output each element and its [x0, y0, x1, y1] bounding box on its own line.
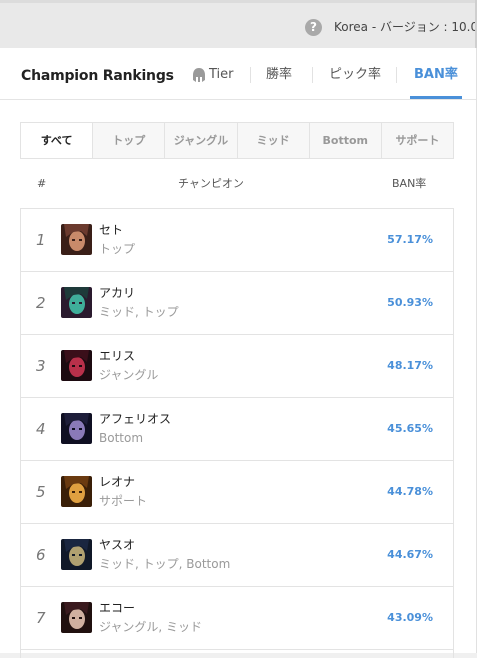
champion-row[interactable]: 1 セトトップ 57.17% — [21, 209, 453, 272]
rankings-header: Champion Rankings Tier 勝率 ピック率 BAN率 — [0, 48, 476, 100]
champion-ranking-list: 1 セトトップ 57.17% 2 アカリミッド, トップ 50.93% 3 エリスジャングル 4… — [20, 208, 454, 658]
tab-divider — [250, 67, 251, 83]
filter-support[interactable]: サポート — [380, 123, 453, 158]
filter-all[interactable]: すべて — [21, 123, 93, 158]
help-icon[interactable]: ? — [305, 19, 322, 36]
champion-portrait[interactable] — [61, 413, 92, 444]
filter-mid[interactable]: ミッド — [236, 123, 309, 158]
tab-divider — [312, 67, 313, 83]
filter-top[interactable]: トップ — [92, 123, 164, 158]
champion-portrait[interactable] — [61, 539, 92, 570]
champion-name[interactable]: レオナ — [99, 474, 135, 490]
filter-jungle[interactable]: ジャングル — [164, 123, 236, 158]
champion-roles: ミッド, トップ, Bottom — [99, 557, 231, 571]
champion-portrait[interactable] — [61, 224, 92, 255]
tab-divider — [396, 67, 397, 83]
rank-number: 1 — [36, 231, 46, 249]
champion-name[interactable]: エリス — [99, 348, 135, 364]
champion-portrait[interactable] — [61, 287, 92, 318]
champion-name[interactable]: アカリ — [99, 285, 135, 301]
champion-roles: ミッド, トップ — [99, 305, 179, 319]
champion-portrait[interactable] — [61, 350, 92, 381]
ban-rate-value: 48.17% — [387, 359, 433, 372]
rank-number: 3 — [36, 357, 46, 375]
champion-row[interactable]: 4 アフェリオス Bottom 45.65% — [21, 398, 453, 461]
ban-rate-value: 45.65% — [387, 422, 433, 435]
ban-rate-value: 44.67% — [387, 548, 433, 561]
champion-name[interactable]: アフェリオス — [99, 411, 171, 427]
helmet-icon — [193, 67, 205, 82]
champion-roles: Bottom — [99, 431, 144, 445]
champion-row[interactable]: 2 アカリミッド, トップ 50.93% — [21, 272, 453, 335]
tab-tier-label: Tier — [209, 67, 234, 82]
champion-roles: トップ — [99, 242, 136, 256]
top-status-bar: ? Korea - バージョン : 10.02 — [0, 0, 477, 48]
champion-name[interactable]: エコー — [99, 600, 135, 616]
rank-number: 7 — [36, 609, 46, 627]
champion-row[interactable]: 5 レオナサポート 44.78% — [21, 461, 453, 524]
region-version-text[interactable]: Korea - バージョン : 10.02 — [334, 19, 477, 36]
champion-name[interactable]: ヤスオ — [99, 537, 135, 553]
champion-name[interactable]: セト — [99, 222, 123, 238]
tab-ban-rate[interactable]: BAN率 — [414, 64, 458, 86]
champion-roles: サポート — [99, 494, 148, 508]
rank-number: 4 — [36, 420, 46, 438]
column-header-champion[interactable]: チャンピオン — [178, 176, 244, 192]
rank-number: 5 — [36, 483, 46, 501]
active-tab-indicator — [410, 96, 462, 99]
rank-number: 2 — [36, 294, 46, 312]
tab-tier[interactable]: Tier — [192, 64, 234, 86]
champion-roles: ジャングル — [99, 368, 159, 382]
rankings-panel: Champion Rankings Tier 勝率 ピック率 BAN率 すべて … — [0, 48, 477, 658]
column-header-rank: # — [37, 177, 47, 190]
champion-portrait[interactable] — [61, 476, 92, 507]
champion-roles: ジャングル, ミッド — [99, 620, 203, 634]
ban-rate-value: 50.93% — [387, 296, 433, 309]
champion-portrait[interactable] — [61, 602, 92, 633]
role-filter-bar: すべて トップ ジャングル ミッド Bottom サポート — [20, 122, 454, 159]
tab-pick-rate[interactable]: ピック率 — [329, 64, 381, 86]
rank-number: 6 — [36, 546, 46, 564]
champion-row[interactable]: 6 ヤスオミッド, トップ, Bottom 44.67% — [21, 524, 453, 587]
page-title: Champion Rankings — [21, 68, 174, 84]
ban-rate-value: 43.09% — [387, 611, 433, 624]
tab-win-rate[interactable]: 勝率 — [266, 64, 292, 86]
champion-row[interactable]: 3 エリスジャングル 48.17% — [21, 335, 453, 398]
champion-row[interactable]: 7 エコージャングル, ミッド 43.09% — [21, 587, 453, 650]
column-header-ban-rate[interactable]: BAN率 — [392, 176, 426, 192]
ban-rate-value: 57.17% — [387, 233, 433, 246]
top-border — [0, 0, 477, 3]
ban-rate-value: 44.78% — [387, 485, 433, 498]
filter-bottom[interactable]: Bottom — [308, 123, 381, 158]
